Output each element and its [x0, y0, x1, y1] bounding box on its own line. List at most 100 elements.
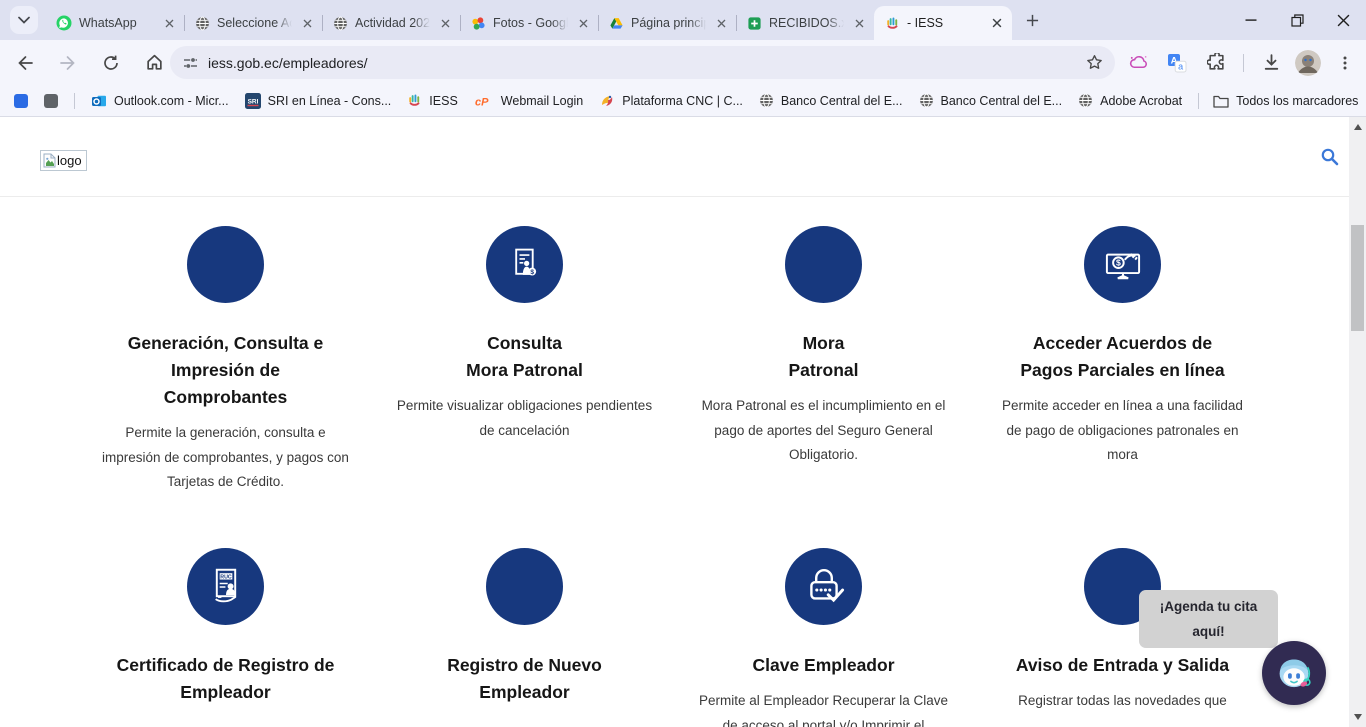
service-title[interactable]: Generación, Consulta e Impresión de Comp…	[82, 330, 369, 411]
svg-text:a: a	[1178, 61, 1183, 71]
service-title[interactable]: Mora Patronal	[680, 330, 967, 384]
bookmark-iess[interactable]: IESS	[407, 93, 458, 108]
site-logo-alt-text: logo	[57, 153, 82, 168]
service-description: Registrar todas las novedades que	[979, 689, 1266, 714]
browser-window: WhatsApp Seleccione Activ Actividad 2024…	[0, 0, 1366, 727]
tab-pagina-principal[interactable]: Página principal	[598, 6, 736, 40]
chatbot-button[interactable]	[1262, 641, 1326, 705]
downloads-icon[interactable]	[1256, 48, 1286, 78]
all-bookmarks-label: Todos los marcadores	[1236, 94, 1358, 108]
forward-arrow-icon	[59, 54, 77, 72]
scrollbar-thumb[interactable]	[1351, 225, 1364, 331]
service-circle-icon[interactable]	[785, 226, 862, 303]
tab-close-icon[interactable]	[299, 15, 315, 31]
google-drive-icon	[608, 15, 624, 31]
tab-recibidos[interactable]: RECIBIDOS.xlsx -	[736, 6, 874, 40]
bookmark-blue-square-icon[interactable]	[14, 94, 28, 108]
ruc-document-icon[interactable]: RUC	[187, 548, 264, 625]
service-title[interactable]: Acceder Acuerdos de Pagos Parciales en l…	[979, 330, 1266, 384]
folder-icon	[1213, 94, 1229, 108]
service-title[interactable]: Aviso de Entrada y Salida	[979, 652, 1266, 679]
service-circle-icon[interactable]	[187, 226, 264, 303]
service-description: Permite acceder en línea a una facilidad…	[979, 394, 1266, 468]
service-description: Permite la generación, consulta e impres…	[82, 421, 369, 495]
bookmark-sri[interactable]: SRI SRI en Línea - Cons...	[245, 93, 392, 109]
tab-close-icon[interactable]	[575, 15, 591, 31]
tab-iess-active[interactable]: - IESS	[874, 6, 1012, 40]
tab-seleccione[interactable]: Seleccione Activ	[184, 6, 322, 40]
service-circle-icon[interactable]	[486, 548, 563, 625]
url-text[interactable]: iess.gob.ec/empleadores/	[208, 55, 368, 71]
bookmark-cnc[interactable]: Plataforma CNC | C...	[599, 93, 743, 109]
globe-icon	[919, 93, 934, 108]
scrollbar-down-arrow[interactable]	[1349, 709, 1366, 725]
forward-button[interactable]	[53, 48, 83, 78]
card-registro-nuevo-empleador: Registro de Nuevo Empleador	[375, 548, 674, 727]
home-button[interactable]	[139, 48, 169, 78]
tab-label: WhatsApp	[79, 16, 154, 30]
bookmark-outlook[interactable]: Outlook.com - Micr...	[91, 93, 229, 109]
browser-menu-icon[interactable]	[1330, 48, 1360, 78]
broken-image-icon	[43, 153, 56, 168]
tab-close-icon[interactable]	[713, 15, 729, 31]
tab-search-button[interactable]	[10, 6, 38, 34]
lock-check-icon[interactable]	[785, 548, 862, 625]
cpanel-icon: cP	[474, 94, 494, 108]
tab-close-icon[interactable]	[161, 15, 177, 31]
card-mora-patronal: Mora Patronal Mora Patronal es el incump…	[674, 226, 973, 548]
cnc-icon	[599, 93, 615, 109]
tab-actividad[interactable]: Actividad 2024-1	[322, 6, 460, 40]
page-scrollbar[interactable]	[1349, 117, 1366, 727]
tab-label: Seleccione Activ	[217, 16, 292, 30]
monitor-dollar-hand-icon[interactable]: $	[1084, 226, 1161, 303]
tab-whatsapp[interactable]: WhatsApp	[46, 6, 184, 40]
card-acuerdos-pagos: $ Acceder Acuerdos de Pagos Parciales en…	[973, 226, 1272, 548]
document-person-dollar-icon[interactable]: $	[486, 226, 563, 303]
iess-logo-icon	[884, 15, 900, 31]
bookmark-adobe[interactable]: Adobe Acrobat	[1078, 93, 1182, 108]
all-bookmarks-button[interactable]: Todos los marcadores	[1213, 94, 1358, 108]
bookmark-label: SRI en Línea - Cons...	[268, 94, 392, 108]
site-info-icon[interactable]	[182, 55, 198, 71]
bookmark-label: Webmail Login	[501, 94, 583, 108]
service-title[interactable]: Registro de Nuevo Empleador	[381, 652, 668, 706]
bookmark-gray-square-icon[interactable]	[44, 94, 58, 108]
tab-close-icon[interactable]	[851, 15, 867, 31]
tab-fotos[interactable]: Fotos - Google F	[460, 6, 598, 40]
page-search-button[interactable]	[1316, 143, 1342, 169]
sri-icon: SRI	[245, 93, 261, 109]
new-tab-button[interactable]	[1018, 6, 1046, 34]
google-photos-icon	[470, 15, 486, 31]
spreadsheet-icon	[746, 15, 762, 31]
tab-label: RECIBIDOS.xlsx -	[769, 16, 844, 30]
reload-button[interactable]	[96, 48, 126, 78]
profile-avatar[interactable]	[1295, 50, 1321, 76]
address-bar[interactable]: iess.gob.ec/empleadores/	[170, 46, 1115, 79]
bookmark-banco-central-2[interactable]: Banco Central del E...	[919, 93, 1063, 108]
back-button[interactable]	[10, 48, 40, 78]
minimize-button[interactable]	[1228, 0, 1274, 40]
close-window-button[interactable]	[1320, 0, 1366, 40]
bookmark-label: IESS	[429, 94, 458, 108]
svg-text:$: $	[530, 269, 534, 276]
tab-close-icon[interactable]	[437, 15, 453, 31]
extensions-icon[interactable]	[1201, 48, 1231, 78]
iess-logo-icon	[407, 93, 422, 108]
service-title[interactable]: Clave Empleador	[680, 652, 967, 679]
service-title[interactable]: Consulta Mora Patronal	[381, 330, 668, 384]
bookmark-label: Banco Central del E...	[941, 94, 1063, 108]
bookmark-banco-central-1[interactable]: Banco Central del E...	[759, 93, 903, 108]
plus-icon	[1026, 14, 1039, 27]
maximize-button[interactable]	[1274, 0, 1320, 40]
weather-cloud-icon[interactable]	[1123, 48, 1153, 78]
svg-text:cP: cP	[475, 96, 489, 108]
bookmark-star-icon[interactable]	[1086, 54, 1103, 71]
bookmark-webmail[interactable]: cP Webmail Login	[474, 94, 583, 108]
service-title[interactable]: Certificado de Registro de Empleador	[82, 652, 369, 706]
translate-icon[interactable]: Aa	[1162, 48, 1192, 78]
service-description: Permite visualizar obligaciones pendient…	[381, 394, 668, 443]
tab-close-icon[interactable]	[989, 15, 1005, 31]
bookmark-label: Plataforma CNC | C...	[622, 94, 743, 108]
chat-tooltip[interactable]: ¡Agenda tu cita aquí!	[1139, 590, 1278, 648]
scrollbar-up-arrow[interactable]	[1349, 119, 1366, 135]
